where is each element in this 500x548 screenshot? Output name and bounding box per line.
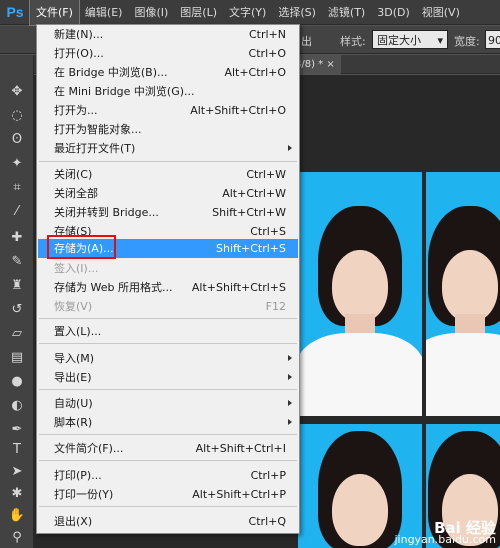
pen-tool-icon[interactable]: ✒ xyxy=(5,419,29,439)
submenu-arrow-icon xyxy=(288,419,292,425)
menu-item-check-in: 签入(I)... xyxy=(54,262,99,275)
menu-item-close-go-bridge[interactable]: 关闭并转到 Bridge... Shift+Ctrl+W xyxy=(38,203,298,222)
menu-item-recent-files[interactable]: 最近打开文件(T) xyxy=(38,139,298,158)
healing-brush-tool-icon[interactable]: ✚ xyxy=(5,227,29,247)
eraser-tool-icon[interactable]: ▱ xyxy=(5,323,29,343)
path-selection-tool-icon[interactable]: ➤ xyxy=(5,461,29,481)
menu-edit[interactable]: 编辑(E) xyxy=(79,0,129,25)
menu-item-new[interactable]: 新建(N)... Ctrl+N xyxy=(38,25,298,44)
menu-file[interactable]: 文件(F) xyxy=(29,0,80,26)
menu-item-close-all[interactable]: 关闭全部 Alt+Ctrl+W xyxy=(38,184,298,203)
menu-item-close[interactable]: 关闭(C) Ctrl+W xyxy=(38,165,298,184)
menu-select[interactable]: 选择(S) xyxy=(272,0,322,25)
chevron-down-icon: ▾ xyxy=(437,34,443,47)
menu-view[interactable]: 视图(V) xyxy=(416,0,466,25)
tools-panel: ✥ ◌ ʘ ✦ ⌗ ⁄ ✚ ✎ ♜ ↺ ▱ ▤ ● ◐ ✒ T ➤ ✱ ✋ ⚲ xyxy=(0,55,34,548)
crop-tool-icon[interactable]: ⌗ xyxy=(5,177,29,197)
menu-item-open[interactable]: 打开(O)... Ctrl+O xyxy=(38,44,298,63)
menu-item-place[interactable]: 置入(L)... xyxy=(38,322,298,341)
brush-tool-icon[interactable]: ✎ xyxy=(5,251,29,271)
menu-item-browse-mini-bridge[interactable]: 在 Mini Bridge 中浏览(G)... xyxy=(38,82,298,101)
menu-item-automate[interactable]: 自动(U) xyxy=(38,394,298,413)
menu-item-open-as[interactable]: 打开为... Alt+Shift+Ctrl+O xyxy=(38,101,298,120)
menu-item-print[interactable]: 打印(P)... Ctrl+P xyxy=(38,466,298,485)
menu-item-open-smart-object[interactable]: 打开为智能对象... xyxy=(38,120,298,139)
menu-item-file-info[interactable]: 文件简介(F)... Alt+Shift+Ctrl+I xyxy=(38,439,298,458)
menu-separator xyxy=(39,389,297,390)
marquee-tool-icon[interactable]: ◌ xyxy=(5,105,29,125)
gradient-tool-icon[interactable]: ▤ xyxy=(5,347,29,367)
menu-bar: Ps 文件(F) 编辑(E) 图像(I) 图层(L) 文字(Y) 选择(S) 滤… xyxy=(0,0,500,26)
menu-item-exit[interactable]: 退出(X) Ctrl+Q xyxy=(38,512,298,531)
style-select-value: 固定大小 xyxy=(377,34,421,47)
annotation-highlight-box xyxy=(47,235,116,259)
menu-layer[interactable]: 图层(L) xyxy=(174,0,223,25)
submenu-arrow-icon xyxy=(288,374,292,380)
menu-item-revert: 恢复(V) F12 xyxy=(54,300,286,313)
menu-separator xyxy=(39,343,297,344)
lasso-tool-icon[interactable]: ʘ xyxy=(5,129,29,149)
dodge-tool-icon[interactable]: ◐ xyxy=(5,395,29,415)
menu-item-print-one-copy[interactable]: 打印一份(Y) Alt+Shift+Ctrl+P xyxy=(38,485,298,504)
menu-item-browse-bridge[interactable]: 在 Bridge 中浏览(B)... Alt+Ctrl+O xyxy=(38,63,298,82)
menu-separator xyxy=(39,434,297,435)
menu-item-save-for-web[interactable]: 存储为 Web 所用格式... Alt+Shift+Ctrl+S xyxy=(38,278,298,297)
menu-separator xyxy=(39,506,297,507)
submenu-arrow-icon xyxy=(288,355,292,361)
width-label: 宽度: xyxy=(454,35,480,48)
submenu-arrow-icon xyxy=(288,145,292,151)
type-tool-icon[interactable]: T xyxy=(5,439,29,459)
hand-tool-icon[interactable]: ✋ xyxy=(5,505,29,525)
menu-item-scripts[interactable]: 脚本(R) xyxy=(38,413,298,432)
menu-3d[interactable]: 3D(D) xyxy=(371,0,416,25)
eyedropper-tool-icon[interactable]: ⁄ xyxy=(5,201,29,221)
photoshop-logo: Ps xyxy=(6,4,24,20)
watermark-url: jingyan.baidu.com xyxy=(394,533,496,546)
clone-stamp-tool-icon[interactable]: ♜ xyxy=(5,275,29,295)
baidu-watermark: Bai 经验 jingyan.baidu.com xyxy=(394,521,496,546)
menu-separator xyxy=(39,318,297,319)
style-select[interactable]: 固定大小 ▾ xyxy=(372,30,448,49)
id-photo-2 xyxy=(426,172,500,416)
menu-type[interactable]: 文字(Y) xyxy=(223,0,272,25)
menu-separator xyxy=(39,161,297,162)
width-input[interactable]: 90 xyxy=(485,30,500,49)
options-partial-label: 出 xyxy=(301,35,312,48)
menu-item-export[interactable]: 导出(E) xyxy=(38,368,298,387)
id-photo-1 xyxy=(298,172,422,416)
menu-image[interactable]: 图像(I) xyxy=(128,0,174,25)
submenu-arrow-icon xyxy=(288,400,292,406)
zoom-tool-icon[interactable]: ⚲ xyxy=(5,527,29,547)
menu-separator xyxy=(39,460,297,461)
magic-wand-tool-icon[interactable]: ✦ xyxy=(5,153,29,173)
history-brush-tool-icon[interactable]: ↺ xyxy=(5,299,29,319)
blur-tool-icon[interactable]: ● xyxy=(5,371,29,391)
shape-tool-icon[interactable]: ✱ xyxy=(5,483,29,503)
style-label: 样式: xyxy=(340,35,366,48)
move-tool-icon[interactable]: ✥ xyxy=(5,81,29,101)
menu-filter[interactable]: 滤镜(T) xyxy=(322,0,371,25)
file-menu-dropdown: 新建(N)... Ctrl+N 打开(O)... Ctrl+O 在 Bridge 中… xyxy=(36,24,300,534)
menu-item-import[interactable]: 导入(M) xyxy=(38,349,298,368)
